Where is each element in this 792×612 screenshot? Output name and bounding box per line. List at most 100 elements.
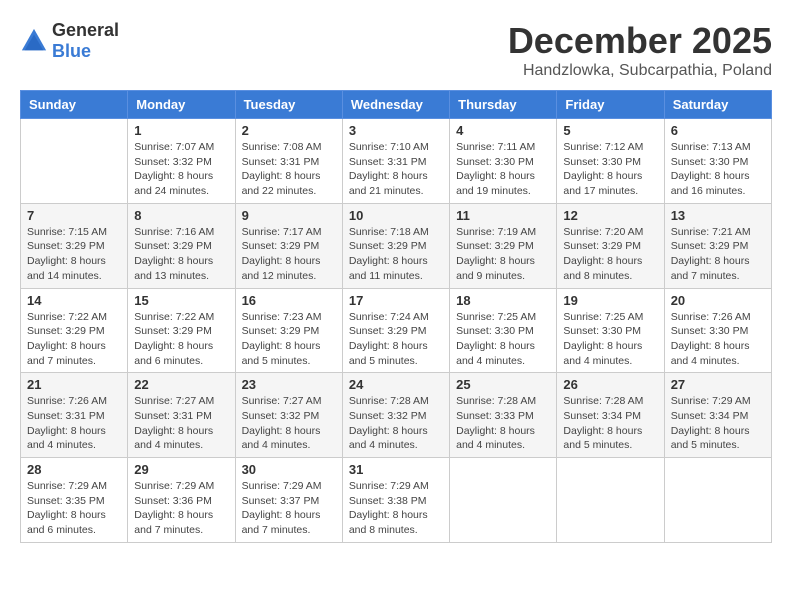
day-number: 4 [456,123,550,138]
col-header-sunday: Sunday [21,91,128,119]
day-info: Sunrise: 7:26 AMSunset: 3:31 PMDaylight:… [27,394,121,453]
calendar-cell [664,458,771,543]
day-number: 1 [134,123,228,138]
day-info: Sunrise: 7:28 AMSunset: 3:32 PMDaylight:… [349,394,443,453]
col-header-saturday: Saturday [664,91,771,119]
day-info: Sunrise: 7:29 AMSunset: 3:38 PMDaylight:… [349,479,443,538]
day-info: Sunrise: 7:18 AMSunset: 3:29 PMDaylight:… [349,225,443,284]
calendar-table: SundayMondayTuesdayWednesdayThursdayFrid… [20,90,772,543]
day-info: Sunrise: 7:22 AMSunset: 3:29 PMDaylight:… [27,310,121,369]
day-info: Sunrise: 7:26 AMSunset: 3:30 PMDaylight:… [671,310,765,369]
col-header-wednesday: Wednesday [342,91,449,119]
calendar-cell: 20Sunrise: 7:26 AMSunset: 3:30 PMDayligh… [664,288,771,373]
day-info: Sunrise: 7:11 AMSunset: 3:30 PMDaylight:… [456,140,550,199]
col-header-tuesday: Tuesday [235,91,342,119]
calendar-cell [21,119,128,204]
day-number: 7 [27,208,121,223]
calendar-cell: 6Sunrise: 7:13 AMSunset: 3:30 PMDaylight… [664,119,771,204]
day-number: 16 [242,293,336,308]
calendar-cell: 4 Sunrise: 7:11 AMSunset: 3:30 PMDaylight… [450,119,557,204]
day-info: Sunrise: 7:27 AMSunset: 3:31 PMDaylight:… [134,394,228,453]
calendar-cell: 15 Sunrise: 7:22 AMSunset: 3:29 PMDayligh… [128,288,235,373]
logo-icon [20,27,48,55]
day-number: 24 [349,377,443,392]
calendar-cell: 30Sunrise: 7:29 AMSunset: 3:37 PMDayligh… [235,458,342,543]
day-number: 25 [456,377,550,392]
day-info: Sunrise: 7:22 AMSunset: 3:29 PMDaylight:… [134,310,228,369]
col-header-thursday: Thursday [450,91,557,119]
day-number: 26 [563,377,657,392]
calendar-cell: 7 Sunrise: 7:15 AMSunset: 3:29 PMDaylight… [21,203,128,288]
day-info: Sunrise: 7:08 AMSunset: 3:31 PMDaylight:… [242,140,336,199]
calendar-cell: 29 Sunrise: 7:29 AMSunset: 3:36 PMDayligh… [128,458,235,543]
day-number: 8 [134,208,228,223]
day-info: Sunrise: 7:12 AMSunset: 3:30 PMDaylight:… [563,140,657,199]
calendar-cell: 9Sunrise: 7:17 AMSunset: 3:29 PMDaylight… [235,203,342,288]
calendar-cell: 16 Sunrise: 7:23 AMSunset: 3:29 PMDayligh… [235,288,342,373]
day-number: 18 [456,293,550,308]
day-number: 21 [27,377,121,392]
day-number: 12 [563,208,657,223]
calendar-cell: 23Sunrise: 7:27 AMSunset: 3:32 PMDayligh… [235,373,342,458]
calendar-cell: 3 Sunrise: 7:10 AMSunset: 3:31 PMDaylight… [342,119,449,204]
logo: General Blue [20,20,119,62]
day-info: Sunrise: 7:25 AMSunset: 3:30 PMDaylight:… [563,310,657,369]
day-number: 11 [456,208,550,223]
day-number: 10 [349,208,443,223]
calendar-cell: 19 Sunrise: 7:25 AMSunset: 3:30 PMDayligh… [557,288,664,373]
day-info: Sunrise: 7:24 AMSunset: 3:29 PMDaylight:… [349,310,443,369]
day-number: 27 [671,377,765,392]
day-number: 23 [242,377,336,392]
col-header-friday: Friday [557,91,664,119]
calendar-cell: 21 Sunrise: 7:26 AMSunset: 3:31 PMDayligh… [21,373,128,458]
day-number: 29 [134,462,228,477]
day-info: Sunrise: 7:28 AMSunset: 3:34 PMDaylight:… [563,394,657,453]
calendar-cell: 13Sunrise: 7:21 AMSunset: 3:29 PMDayligh… [664,203,771,288]
calendar-cell: 8 Sunrise: 7:16 AMSunset: 3:29 PMDaylight… [128,203,235,288]
day-info: Sunrise: 7:25 AMSunset: 3:30 PMDaylight:… [456,310,550,369]
day-info: Sunrise: 7:15 AMSunset: 3:29 PMDaylight:… [27,225,121,284]
day-number: 13 [671,208,765,223]
day-number: 28 [27,462,121,477]
calendar-cell: 28 Sunrise: 7:29 AMSunset: 3:35 PMDayligh… [21,458,128,543]
logo-general: General [52,20,119,40]
page-header: General Blue December 2025 Handzlowka, S… [20,20,772,80]
calendar-cell: 25Sunrise: 7:28 AMSunset: 3:33 PMDayligh… [450,373,557,458]
day-number: 19 [563,293,657,308]
day-number: 31 [349,462,443,477]
day-info: Sunrise: 7:20 AMSunset: 3:29 PMDaylight:… [563,225,657,284]
calendar-cell [450,458,557,543]
calendar-cell: 1 Sunrise: 7:07 AMSunset: 3:32 PMDaylight… [128,119,235,204]
calendar-cell: 14Sunrise: 7:22 AMSunset: 3:29 PMDayligh… [21,288,128,373]
calendar-cell: 31 Sunrise: 7:29 AMSunset: 3:38 PMDayligh… [342,458,449,543]
calendar-cell: 24 Sunrise: 7:28 AMSunset: 3:32 PMDayligh… [342,373,449,458]
day-info: Sunrise: 7:10 AMSunset: 3:31 PMDaylight:… [349,140,443,199]
calendar-cell: 5Sunrise: 7:12 AMSunset: 3:30 PMDaylight… [557,119,664,204]
col-header-monday: Monday [128,91,235,119]
day-info: Sunrise: 7:29 AMSunset: 3:37 PMDaylight:… [242,479,336,538]
calendar-cell: 27 Sunrise: 7:29 AMSunset: 3:34 PMDayligh… [664,373,771,458]
calendar-cell: 17 Sunrise: 7:24 AMSunset: 3:29 PMDayligh… [342,288,449,373]
calendar-cell: 2Sunrise: 7:08 AMSunset: 3:31 PMDaylight… [235,119,342,204]
calendar-cell: 11 Sunrise: 7:19 AMSunset: 3:29 PMDayligh… [450,203,557,288]
day-number: 22 [134,377,228,392]
day-number: 3 [349,123,443,138]
day-info: Sunrise: 7:19 AMSunset: 3:29 PMDaylight:… [456,225,550,284]
calendar-cell: 26 Sunrise: 7:28 AMSunset: 3:34 PMDayligh… [557,373,664,458]
title-block: December 2025 Handzlowka, Subcarpathia, … [508,20,772,80]
calendar-cell [557,458,664,543]
month-year: December 2025 [508,20,772,62]
day-info: Sunrise: 7:13 AMSunset: 3:30 PMDaylight:… [671,140,765,199]
day-info: Sunrise: 7:23 AMSunset: 3:29 PMDaylight:… [242,310,336,369]
day-info: Sunrise: 7:29 AMSunset: 3:34 PMDaylight:… [671,394,765,453]
calendar-cell: 12 Sunrise: 7:20 AMSunset: 3:29 PMDayligh… [557,203,664,288]
day-number: 17 [349,293,443,308]
day-info: Sunrise: 7:16 AMSunset: 3:29 PMDaylight:… [134,225,228,284]
day-info: Sunrise: 7:07 AMSunset: 3:32 PMDaylight:… [134,140,228,199]
logo-text: General Blue [52,20,119,62]
location: Handzlowka, Subcarpathia, Poland [508,62,772,80]
day-info: Sunrise: 7:29 AMSunset: 3:36 PMDaylight:… [134,479,228,538]
day-number: 15 [134,293,228,308]
day-info: Sunrise: 7:29 AMSunset: 3:35 PMDaylight:… [27,479,121,538]
calendar-cell: 10 Sunrise: 7:18 AMSunset: 3:29 PMDayligh… [342,203,449,288]
